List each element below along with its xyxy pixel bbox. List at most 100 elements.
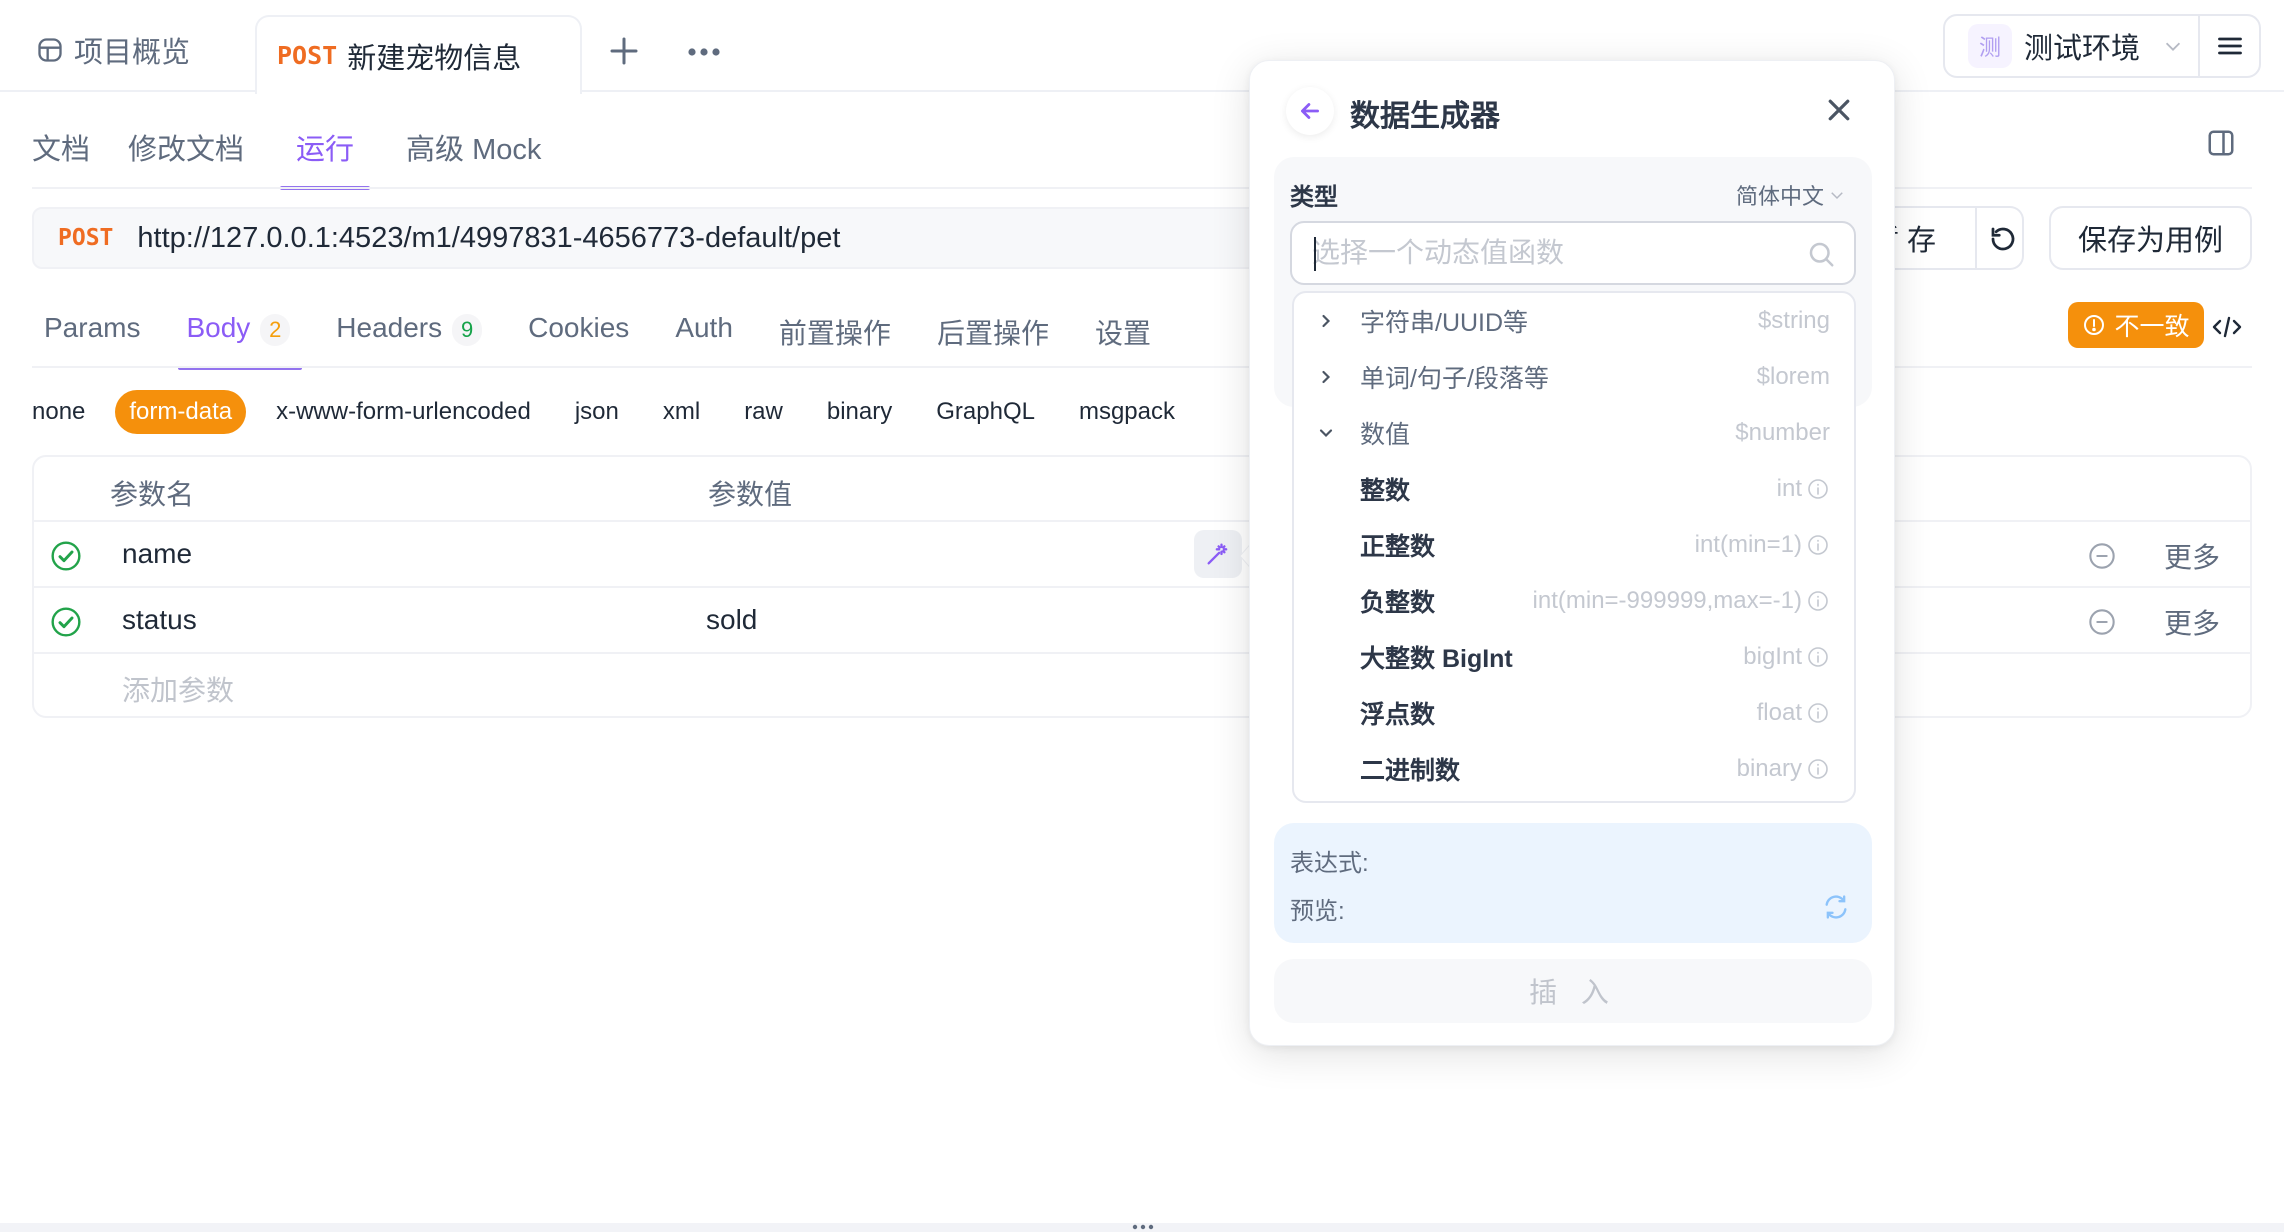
list-item-code: $lorem bbox=[1757, 363, 1830, 391]
tab-pre-processors[interactable]: 前置操作 bbox=[779, 306, 891, 368]
table-row: status sold 更多 bbox=[34, 588, 2250, 654]
subtab-advanced-mock-label: 高级 Mock bbox=[406, 134, 542, 166]
list-item-label: 二进制数 bbox=[1360, 757, 1461, 785]
type-label: 类型 bbox=[1290, 184, 1338, 211]
body-type-msgpack[interactable]: msgpack bbox=[1065, 390, 1189, 434]
list-item-lorem[interactable]: 单词/句子/段落等 $lorem bbox=[1294, 349, 1854, 405]
body-type-none[interactable]: none bbox=[18, 390, 99, 434]
remove-param-icon[interactable] bbox=[2088, 608, 2116, 636]
list-item-number[interactable]: 数值 $number bbox=[1294, 405, 1854, 461]
search-icon bbox=[1809, 242, 1834, 267]
add-param-input[interactable]: 添加参数 bbox=[122, 669, 234, 709]
request-url-input[interactable]: http://127.0.0.1:4523/m1/4997831-4656773… bbox=[137, 222, 840, 255]
list-item-code: float bbox=[1757, 699, 1830, 727]
body-type-raw[interactable]: raw bbox=[730, 390, 797, 434]
body-type-json[interactable]: json bbox=[561, 390, 633, 434]
tab-headers[interactable]: Headers 9 bbox=[336, 306, 483, 368]
info-icon[interactable] bbox=[1806, 477, 1830, 501]
function-search-field[interactable] bbox=[1290, 221, 1856, 285]
refresh-icon[interactable] bbox=[1822, 893, 1850, 921]
tab-new-pet[interactable]: POST 新建宠物信息 bbox=[255, 15, 582, 94]
tab-project-overview[interactable]: 项目概览 bbox=[36, 30, 190, 70]
code-text: $number bbox=[1735, 419, 1830, 446]
body-type-xml[interactable]: xml bbox=[649, 390, 714, 434]
close-icon[interactable] bbox=[1824, 95, 1854, 125]
body-type-graphql[interactable]: GraphQL bbox=[922, 390, 1049, 434]
function-search-input[interactable] bbox=[1312, 233, 1792, 273]
list-item-positive-int[interactable]: 正整数 int(min=1) bbox=[1294, 517, 1854, 573]
list-item-bigint[interactable]: 大整数 BigInt bigInt bbox=[1294, 629, 1854, 685]
list-item-string[interactable]: 字符串/UUID等 $string bbox=[1294, 293, 1854, 349]
body-type-form-data[interactable]: form-data bbox=[115, 390, 247, 434]
add-tab-icon[interactable] bbox=[606, 33, 642, 69]
code-text: int(min=1) bbox=[1694, 531, 1802, 558]
list-item-binary[interactable]: 二进制数 binary bbox=[1294, 741, 1854, 797]
list-item-negative-int[interactable]: 负整数 int(min=-999999,max=-1) bbox=[1294, 573, 1854, 629]
body-type-x-www-form-urlencoded[interactable]: x-www-form-urlencoded bbox=[262, 390, 545, 434]
info-icon[interactable] bbox=[1806, 757, 1830, 781]
mismatch-badge[interactable]: 不一致 bbox=[2068, 302, 2204, 348]
remove-param-icon[interactable] bbox=[2088, 542, 2116, 570]
info-icon[interactable] bbox=[1806, 645, 1830, 669]
divider bbox=[2198, 16, 2200, 76]
subtab-run[interactable]: 运行 bbox=[280, 118, 371, 190]
tab-settings[interactable]: 设置 bbox=[1095, 306, 1151, 368]
top-tab-bar: 项目概览 POST 新建宠物信息 测 测试环境 bbox=[0, 0, 2284, 94]
arrow-left-icon bbox=[1301, 103, 1319, 119]
param-name[interactable]: status bbox=[122, 604, 197, 636]
insert-button[interactable]: 插 入 bbox=[1274, 959, 1872, 1023]
body-type-binary[interactable]: binary bbox=[813, 390, 906, 434]
subtab-edit-doc[interactable]: 修改文档 bbox=[128, 118, 244, 188]
list-item-int[interactable]: 整数 int bbox=[1294, 461, 1854, 517]
divider bbox=[32, 366, 2252, 368]
tab-body[interactable]: Body 2 bbox=[178, 306, 303, 370]
side-panel-toggle-icon[interactable] bbox=[2206, 128, 2236, 158]
tab-auth[interactable]: Auth bbox=[675, 306, 733, 368]
subtab-edit-doc-label: 修改文档 bbox=[128, 134, 245, 166]
code-icon[interactable] bbox=[2212, 315, 2242, 339]
code-text: $lorem bbox=[1756, 363, 1830, 390]
body-count-badge: 2 bbox=[260, 314, 291, 346]
reset-icon[interactable] bbox=[1988, 224, 2018, 254]
chevron-right-icon bbox=[1322, 370, 1331, 384]
info-icon[interactable] bbox=[1806, 533, 1830, 557]
body-type-selector: none form-data x-www-form-urlencoded jso… bbox=[32, 390, 1205, 434]
language-selector[interactable]: 简体中文 bbox=[1736, 179, 1846, 211]
popover-title: 数据生成器 bbox=[1350, 100, 1500, 133]
save-as-case-button[interactable]: 保存为用例 bbox=[2049, 206, 2252, 270]
more-button[interactable]: 更多 bbox=[2164, 536, 2220, 576]
menu-icon[interactable] bbox=[2215, 32, 2245, 60]
tab-post-processors-label: 后置操作 bbox=[936, 318, 1049, 349]
subtab-advanced-mock[interactable]: 高级 Mock bbox=[406, 118, 541, 188]
tab-post-processors[interactable]: 后置操作 bbox=[937, 306, 1049, 368]
environment-selector[interactable]: 测 测试环境 bbox=[1943, 14, 2261, 78]
request-param-tabs: Params Body 2 Headers 9 Cookies Auth 前置操作 … bbox=[44, 306, 1197, 370]
info-icon[interactable] bbox=[1806, 589, 1830, 613]
subtab-doc[interactable]: 文档 bbox=[32, 118, 90, 188]
magic-wand-icon bbox=[1207, 543, 1228, 565]
list-item-label: 单词/句子/段落等 bbox=[1360, 365, 1549, 393]
tab-headers-label: Headers bbox=[336, 312, 443, 343]
data-generator-button[interactable] bbox=[1194, 530, 1242, 578]
back-button[interactable] bbox=[1286, 87, 1334, 135]
list-item-label: 正整数 bbox=[1360, 533, 1436, 561]
info-icon[interactable] bbox=[1806, 701, 1830, 725]
list-item-float[interactable]: 浮点数 float bbox=[1294, 685, 1854, 741]
param-name[interactable]: name bbox=[122, 538, 192, 570]
code-text: binary bbox=[1736, 755, 1802, 782]
language-label: 简体中文 bbox=[1736, 184, 1825, 209]
column-header-name: 参数名 bbox=[110, 479, 195, 510]
more-button[interactable]: 更多 bbox=[2164, 602, 2220, 642]
list-item-code: $string bbox=[1758, 307, 1830, 335]
drag-handle-icon[interactable] bbox=[1131, 1222, 1155, 1232]
more-tabs-icon[interactable] bbox=[686, 40, 722, 64]
code-text: $string bbox=[1757, 307, 1830, 334]
expression-label: 表达式: bbox=[1290, 850, 1369, 877]
check-circle-icon[interactable] bbox=[50, 540, 82, 572]
tab-cookies[interactable]: Cookies bbox=[528, 306, 629, 368]
param-value[interactable]: sold bbox=[706, 604, 757, 636]
environment-badge: 测 bbox=[1968, 24, 2012, 68]
tab-params[interactable]: Params bbox=[44, 306, 140, 368]
check-circle-icon[interactable] bbox=[50, 606, 82, 638]
request-method[interactable]: POST bbox=[58, 225, 113, 251]
